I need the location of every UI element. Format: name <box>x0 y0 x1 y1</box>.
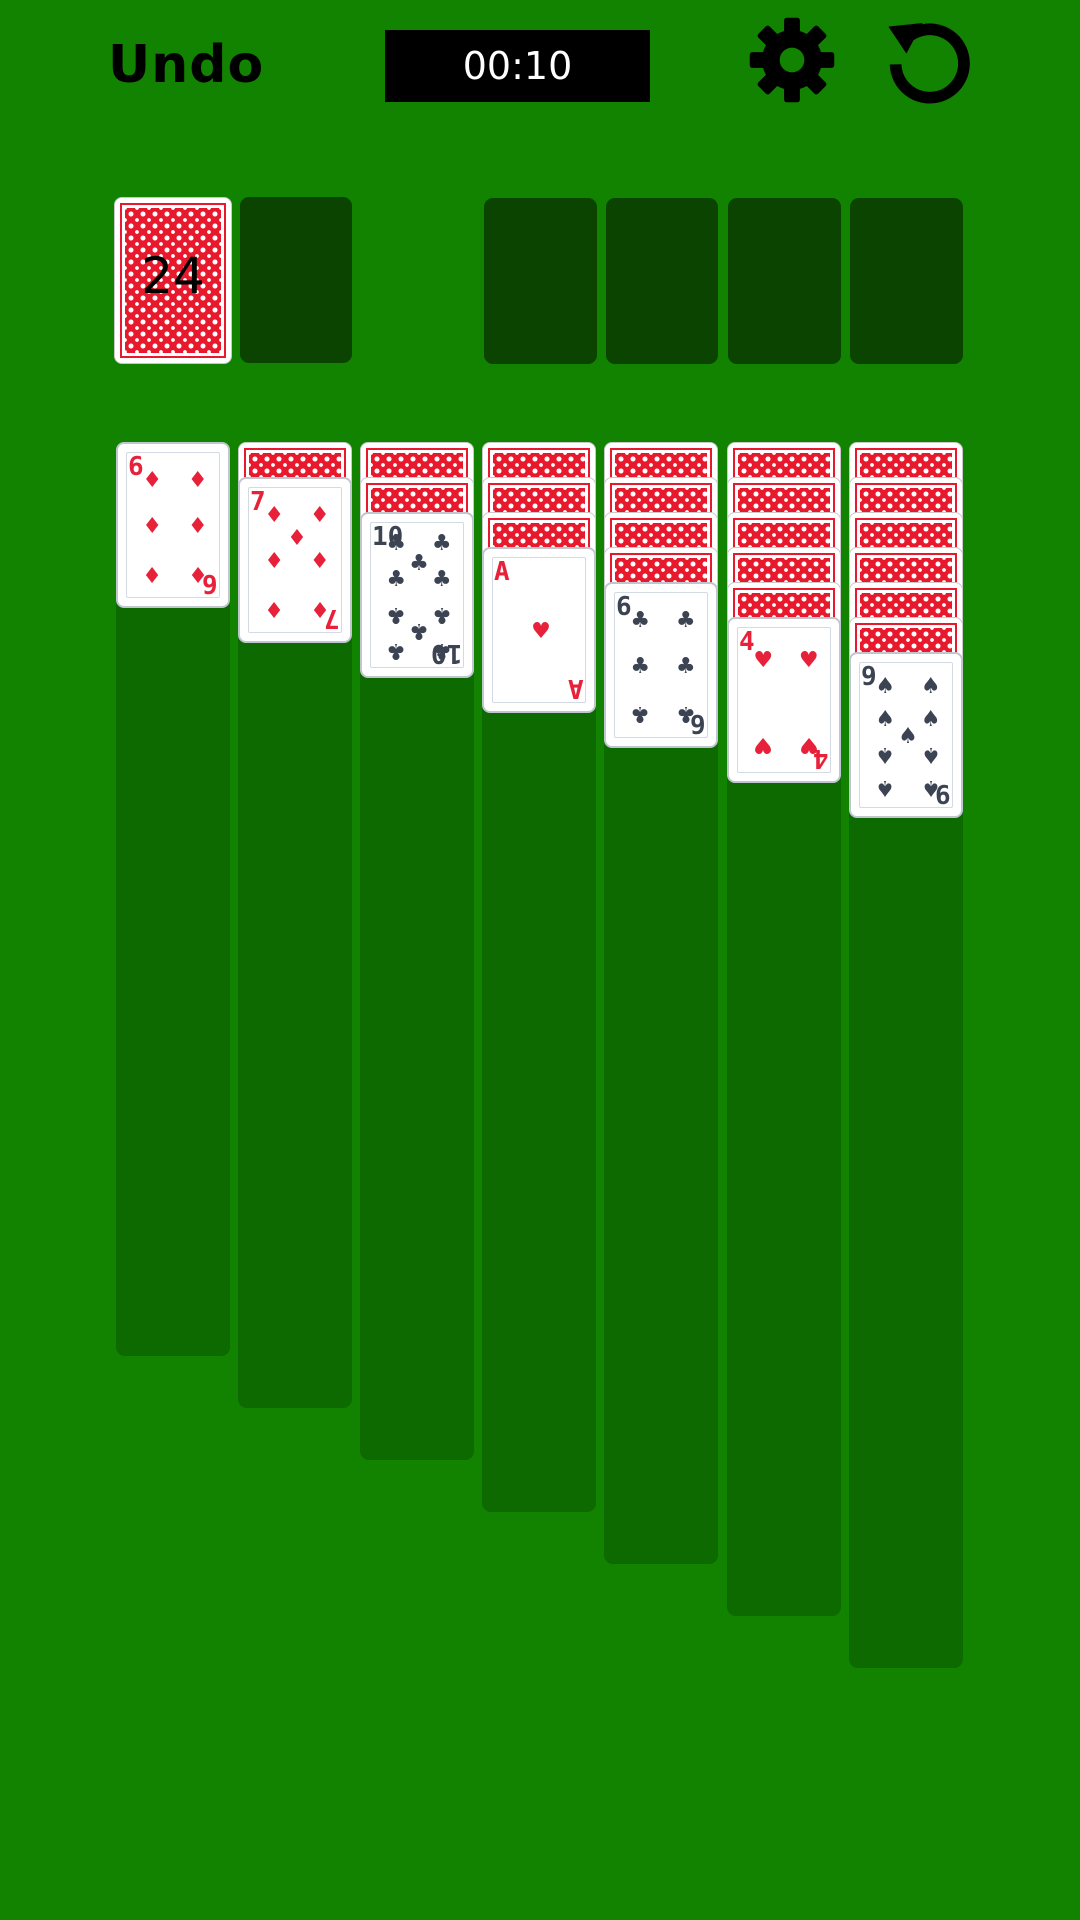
clubs-pip-icon: ♣ <box>630 701 651 727</box>
card-4-of-hearts[interactable]: 4 4 ♥ ♥ ♥ ♥ <box>727 617 841 783</box>
clubs-pip-icon: ♣ <box>675 701 696 727</box>
clubs-pip-icon: ♣ <box>386 567 407 593</box>
card-rank-inverted: A <box>568 673 584 703</box>
card-9-of-spades[interactable]: 9 9 ♠ ♠ ♠ ♠ ♠ ♠ ♠ ♠ ♠ <box>849 652 963 818</box>
clubs-pip-icon: ♣ <box>386 601 407 627</box>
diamonds-pip-icon: ♦ <box>309 549 330 574</box>
undo-button[interactable]: Undo <box>108 30 264 100</box>
diamonds-pip-icon: ♦ <box>187 561 208 587</box>
restart-icon[interactable] <box>883 14 973 104</box>
diamonds-pip-icon: ♦ <box>264 549 285 574</box>
clubs-pip-icon: ♣ <box>409 550 429 576</box>
gear-icon[interactable] <box>748 16 836 104</box>
card-10-of-clubs[interactable]: 10 10 ♣ ♣ ♣ ♣ ♣ ♣ ♣ ♣ ♣ ♣ <box>360 512 474 678</box>
diamonds-pip-icon: ♦ <box>142 561 163 587</box>
spades-pip-icon: ♠ <box>920 707 941 733</box>
hearts-pip-icon: ♥ <box>798 731 819 757</box>
foundation-slot-2[interactable] <box>606 198 718 364</box>
card-A-of-hearts[interactable]: A A ♥ <box>482 547 596 713</box>
clubs-pip-icon: ♣ <box>431 601 452 627</box>
top-bar: Undo 00:10 <box>0 0 1080 140</box>
diamonds-pip-icon: ♦ <box>187 514 208 539</box>
card-rank: A <box>494 557 510 587</box>
diamonds-pip-icon: ♦ <box>264 596 285 622</box>
card-rank: 6 <box>128 452 144 482</box>
spades-pip-icon: ♠ <box>898 724 918 749</box>
card-rank: 9 <box>861 662 877 692</box>
stock-count: 24 <box>141 247 205 305</box>
clubs-pip-icon: ♣ <box>431 530 452 556</box>
hearts-pip-icon: ♥ <box>531 619 551 644</box>
spades-pip-icon: ♠ <box>920 741 941 767</box>
foundation-slot-3[interactable] <box>728 198 841 364</box>
diamonds-pip-icon: ♦ <box>287 525 307 551</box>
clubs-pip-icon: ♣ <box>630 654 651 679</box>
clubs-pip-icon: ♣ <box>409 618 429 644</box>
hearts-pip-icon: ♥ <box>753 731 774 757</box>
clubs-pip-icon: ♣ <box>431 638 452 664</box>
waste-pile[interactable] <box>240 197 352 363</box>
diamonds-pip-icon: ♦ <box>264 502 285 528</box>
card-6-of-diamonds[interactable]: 6 6 ♦ ♦ ♦ ♦ ♦ ♦ <box>116 442 230 608</box>
hearts-pip-icon: ♥ <box>798 647 819 673</box>
card-rank: 7 <box>250 487 266 517</box>
spades-pip-icon: ♠ <box>875 707 896 733</box>
card-7-of-diamonds[interactable]: 7 7 ♦ ♦ ♦ ♦ ♦ ♦ ♦ <box>238 477 352 643</box>
spades-pip-icon: ♠ <box>920 674 941 700</box>
spades-pip-icon: ♠ <box>920 774 941 800</box>
diamonds-pip-icon: ♦ <box>142 467 163 493</box>
diamonds-pip-icon: ♦ <box>142 514 163 539</box>
clubs-pip-icon: ♣ <box>386 638 407 664</box>
clubs-pip-icon: ♣ <box>431 567 452 593</box>
diamonds-pip-icon: ♦ <box>309 596 330 622</box>
stock-pile[interactable]: 24 <box>114 197 232 364</box>
clubs-pip-icon: ♣ <box>386 530 407 556</box>
card-rank: 4 <box>739 627 755 657</box>
diamonds-pip-icon: ♦ <box>187 467 208 493</box>
foundation-slot-4[interactable] <box>850 198 963 364</box>
card-6-of-clubs[interactable]: 6 6 ♣ ♣ ♣ ♣ ♣ ♣ <box>604 582 718 748</box>
timer-display: 00:10 <box>385 30 650 102</box>
spades-pip-icon: ♠ <box>875 674 896 700</box>
spades-pip-icon: ♠ <box>875 741 896 767</box>
hearts-pip-icon: ♥ <box>753 647 774 673</box>
diamonds-pip-icon: ♦ <box>309 502 330 528</box>
spades-pip-icon: ♠ <box>875 774 896 800</box>
clubs-pip-icon: ♣ <box>675 654 696 679</box>
clubs-pip-icon: ♣ <box>675 607 696 633</box>
card-rank: 6 <box>616 592 632 622</box>
clubs-pip-icon: ♣ <box>630 607 651 633</box>
foundation-slot-1[interactable] <box>484 198 597 364</box>
